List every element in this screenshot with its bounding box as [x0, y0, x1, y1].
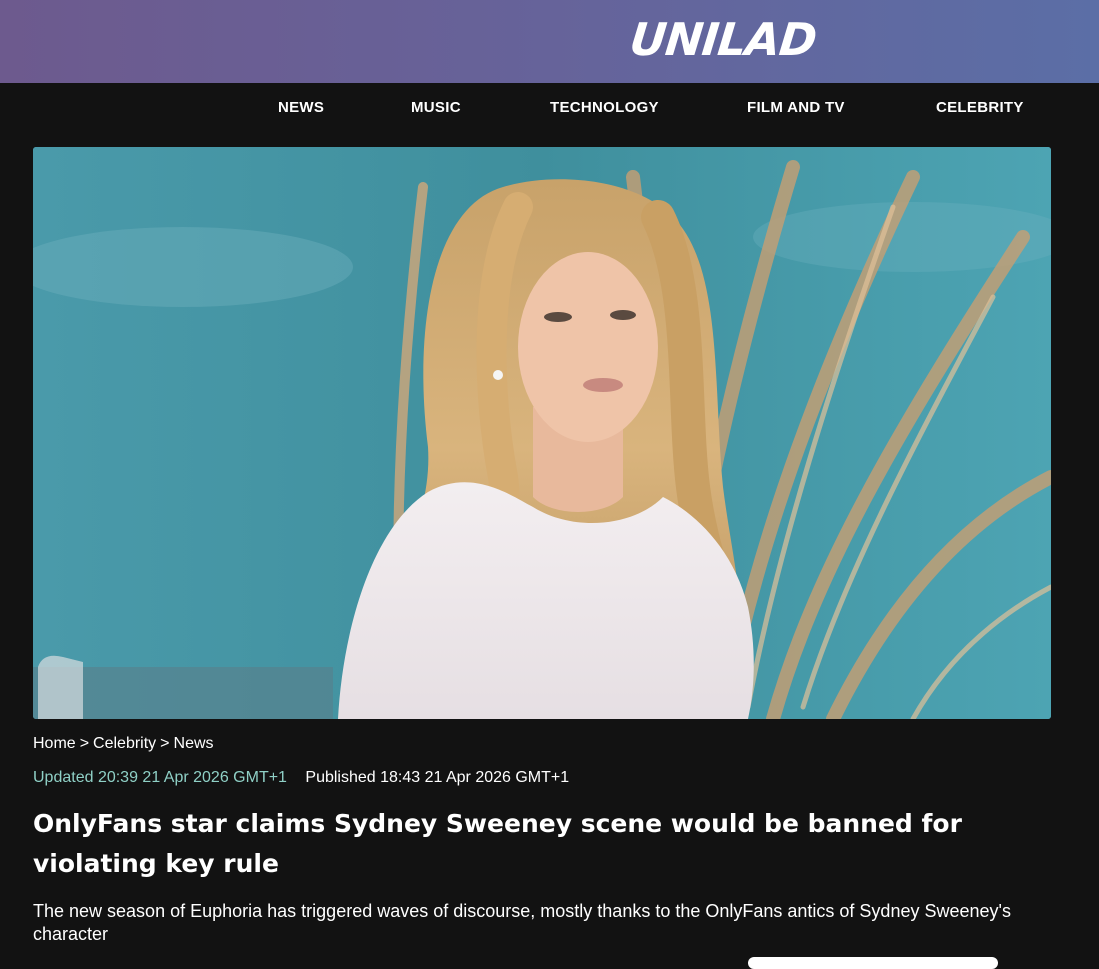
article-headline: OnlyFans star claims Sydney Sweeney scen… — [33, 809, 962, 878]
breadcrumb-news[interactable]: News — [174, 735, 214, 752]
nav-item-celebrity[interactable]: CELEBRITY — [936, 99, 1024, 116]
nav-item-music[interactable]: MUSIC — [411, 99, 461, 116]
partially-visible-button[interactable] — [748, 957, 998, 969]
article-timestamps: Updated 20:39 21 Apr 2026 GMT+1 Publishe… — [33, 769, 569, 787]
breadcrumb: Home > Celebrity > News — [33, 735, 214, 753]
site-header: UNILAD — [0, 0, 1099, 83]
breadcrumb-separator: > — [79, 735, 90, 752]
published-timestamp: Published 18:43 21 Apr 2026 GMT+1 — [305, 769, 570, 786]
main-navigation: NEWS MUSIC TECHNOLOGY FILM AND TV CELEBR… — [0, 83, 1099, 133]
breadcrumb-separator: > — [160, 735, 170, 752]
updated-timestamp: Updated 20:39 21 Apr 2026 GMT+1 — [33, 769, 287, 786]
unilad-logo[interactable]: UNILAD — [627, 12, 844, 70]
nav-item-news[interactable]: NEWS — [278, 99, 324, 116]
nav-item-technology[interactable]: TECHNOLOGY — [550, 99, 659, 116]
nav-item-film-and-tv[interactable]: FILM AND TV — [747, 99, 845, 116]
hero-image[interactable] — [33, 147, 1051, 719]
breadcrumb-home[interactable]: Home — [33, 735, 76, 752]
hero-photo-illustration — [33, 147, 1051, 719]
logo-text: UNILAD — [627, 13, 819, 66]
article-standfirst: The new season of Euphoria has triggered… — [33, 901, 1011, 944]
breadcrumb-celebrity[interactable]: Celebrity — [93, 735, 156, 752]
